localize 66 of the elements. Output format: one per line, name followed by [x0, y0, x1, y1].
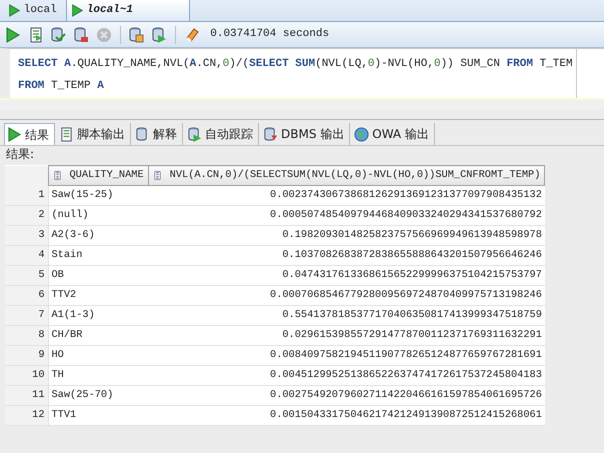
commit-icon	[50, 26, 66, 42]
table-cell: TTV2	[48, 286, 148, 306]
table-cell: HO	[48, 346, 148, 366]
table-cell: 0.1982093014825823757566969949613948598978	[148, 226, 545, 246]
row-number: 4	[5, 246, 48, 266]
result-tab[interactable]: 解释	[133, 123, 183, 145]
cancel-icon	[96, 26, 112, 42]
database-icon	[128, 26, 144, 42]
table-cell: 0.002754920796027114220466161597854061695726	[148, 386, 545, 406]
result-tab[interactable]: 脚本输出	[57, 123, 131, 145]
rollback-icon	[73, 26, 89, 42]
table-cell: 0.0474317613368615652299996375104215753797	[148, 266, 545, 286]
column-header[interactable]: QUALITY_NAME	[48, 166, 148, 186]
table-cell: TH	[48, 366, 148, 386]
row-number: 1	[5, 186, 48, 206]
table-cell: 0.000507485409794468409033240294341537680792	[148, 206, 545, 226]
table-cell: TTV1	[48, 406, 148, 426]
row-number: 6	[5, 286, 48, 306]
run-icon	[4, 26, 21, 42]
table-cell: 0.1037082683872838655888643201507956646246	[148, 246, 545, 266]
column-header[interactable]: NVL(A.CN,0)/(SELECTSUM(NVL(LQ,0)-NVL(HO,0))SUM_CNFROMT_TEMP)	[148, 166, 545, 186]
table-cell: 0.004512995251386522637474172617537245804183	[148, 366, 545, 386]
sql-editor[interactable]: SELECT A.QUALITY_NAME,NVL(A.CN,0)/(SELECT SUM(NVL(LQ,0)-NVL(HO,0)) SUM_CN FROM T_TEM FROM T_TEMP A	[0, 48, 604, 98]
result-tab[interactable]: DBMS 输出	[261, 123, 350, 145]
database-icon	[151, 26, 167, 42]
document-tab[interactable]: local~1	[66, 0, 190, 21]
row-number: 12	[5, 406, 48, 426]
row-number: 3	[5, 226, 48, 246]
table-cell: (null)	[48, 206, 148, 226]
table-cell: Stain	[48, 246, 148, 266]
globe-icon	[354, 126, 370, 142]
row-number: 8	[5, 326, 48, 346]
result-tab[interactable]: 自动跟踪	[185, 123, 259, 145]
play-icon	[7, 127, 22, 142]
document-icon	[59, 126, 74, 142]
eraser-icon	[184, 26, 200, 42]
table-cell: 0.5541378185377170406350817413999347518759	[148, 306, 545, 326]
results-label: 结果:	[5, 146, 36, 163]
row-number: 2	[5, 206, 48, 226]
result-tab[interactable]: OWA 输出	[352, 123, 435, 145]
row-number: 5	[5, 266, 48, 286]
code-line: SELECT A.QUALITY_NAME,NVL(A.CN,0)/(SELECT SUM(NVL(LQ,0)-NVL(HO,0)) SUM_CN FROM T_TEM	[18, 57, 574, 72]
table-cell: Saw(15-25)	[48, 186, 148, 206]
timing-text: 0.03741704 seconds	[210, 27, 330, 42]
row-number: 10	[5, 366, 48, 386]
row-number: 9	[5, 346, 48, 366]
table-cell: A2(3-6)	[48, 226, 148, 246]
code-line: FROM T_TEMP A	[18, 79, 105, 94]
document-tab[interactable]: local	[2, 0, 66, 21]
table-cell: OB	[48, 266, 148, 286]
table-cell: 0.002374306738681262913691231377097908435132	[148, 186, 545, 206]
play-icon	[8, 4, 21, 17]
table-cell: A1(1-3)	[48, 306, 148, 326]
database-icon	[263, 126, 278, 142]
table-cell: CH/BR	[48, 326, 148, 346]
row-number: 11	[5, 386, 48, 406]
table-cell: 0.000706854677928009569724870409975713198246	[148, 286, 545, 306]
row-number: 7	[5, 306, 48, 326]
table-cell: Saw(25-70)	[48, 386, 148, 406]
table-cell: 0.008409758219451190778265124877659767281691	[148, 346, 545, 366]
database-icon	[187, 126, 202, 142]
play-icon	[70, 4, 84, 17]
result-tab[interactable]: 结果	[4, 123, 55, 145]
table-cell: 0.001504331750462174212491390872512415268061	[148, 406, 545, 426]
table-cell: 0.0296153985572914778700112371769311632291	[148, 326, 545, 346]
run-script-icon	[28, 26, 44, 42]
